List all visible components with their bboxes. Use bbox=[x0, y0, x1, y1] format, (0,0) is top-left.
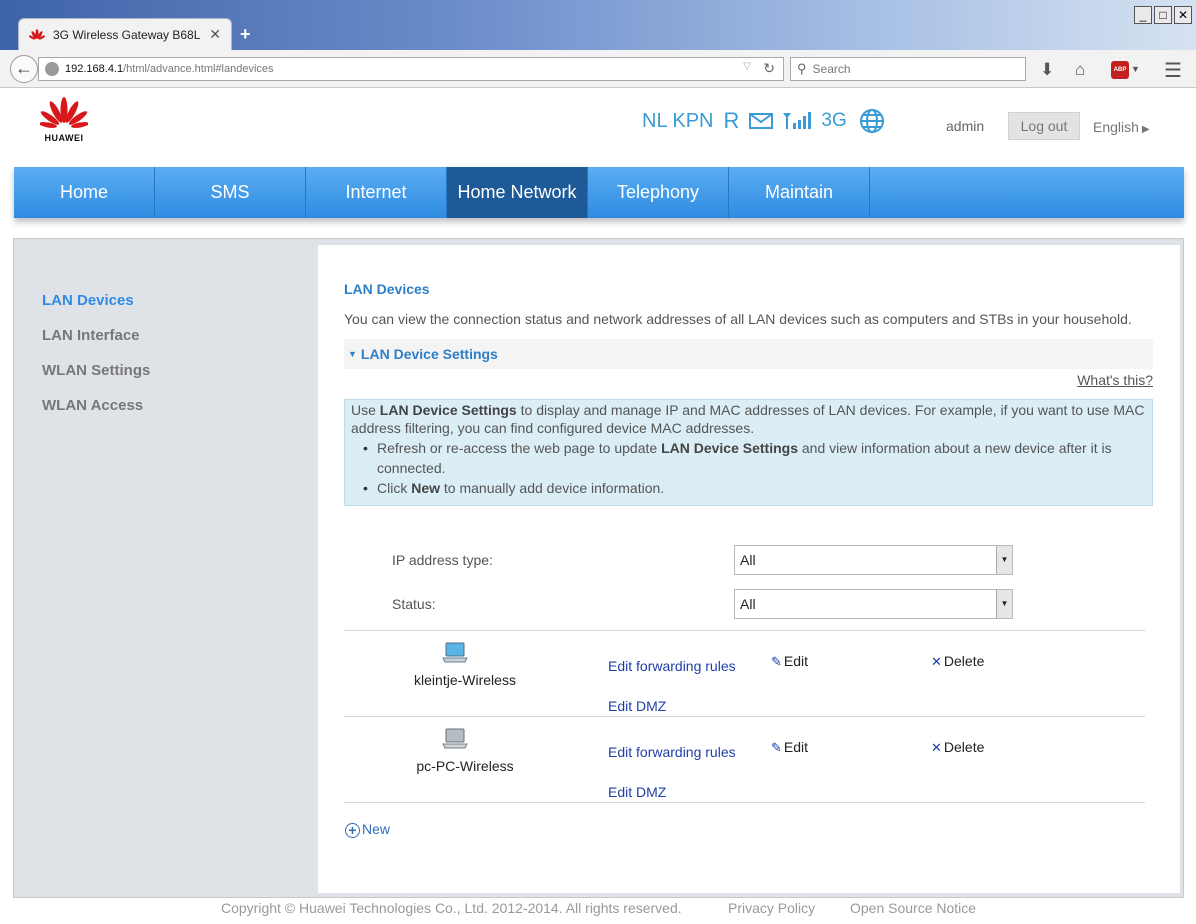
open-source-notice-link[interactable]: Open Source Notice bbox=[850, 900, 976, 916]
network-type: 3G bbox=[821, 110, 847, 131]
delete-button[interactable]: ✕ Delete bbox=[931, 739, 984, 756]
dropdown-arrow-icon[interactable]: ▼ bbox=[996, 546, 1012, 574]
page-title: LAN Devices bbox=[344, 281, 430, 297]
window-controls: _ □ ✕ bbox=[1134, 6, 1192, 24]
menu-icon[interactable]: ☰ bbox=[1164, 58, 1182, 83]
help-list: Refresh or re-access the web page to upd… bbox=[351, 438, 1146, 498]
status-label: Status: bbox=[392, 596, 436, 612]
sidebar-item-wlan-settings[interactable]: WLAN Settings bbox=[42, 362, 150, 397]
help-paragraph: Use LAN Device Settings to display and m… bbox=[351, 402, 1145, 436]
edit-forwarding-rules-link[interactable]: Edit forwarding rules bbox=[608, 658, 736, 674]
signal-strength-icon bbox=[783, 112, 812, 129]
device-name: pc-PC-Wireless bbox=[416, 758, 514, 774]
url-bar[interactable]: 192.168.4.1/html/advance.html#landevices… bbox=[38, 57, 784, 81]
globe-icon bbox=[45, 62, 59, 76]
ip-type-select[interactable]: All ▼ bbox=[734, 545, 1013, 575]
search-input[interactable]: ⚲ Search bbox=[790, 57, 1026, 81]
edit-pencil-icon: ✎ bbox=[771, 654, 782, 669]
home-icon[interactable]: ⌂ bbox=[1075, 60, 1085, 80]
help-bullet: Click New to manually add device informa… bbox=[363, 478, 1146, 498]
maximize-icon[interactable]: □ bbox=[1154, 6, 1172, 24]
sidebar-item-wlan-access[interactable]: WLAN Access bbox=[42, 397, 150, 432]
adblock-dropdown-icon[interactable]: ▼ bbox=[1131, 64, 1140, 74]
divider bbox=[344, 630, 1145, 631]
huawei-logo: HUAWEI bbox=[40, 96, 88, 143]
close-window-icon[interactable]: ✕ bbox=[1174, 6, 1192, 24]
copyright-text: Copyright © Huawei Technologies Co., Ltd… bbox=[221, 900, 682, 916]
search-icon: ⚲ bbox=[797, 61, 807, 76]
url-host: 192.168.4.1 bbox=[65, 63, 124, 75]
new-device-button[interactable]: + New bbox=[345, 821, 390, 838]
caret-down-icon: ▼ bbox=[348, 349, 357, 359]
status-value: All bbox=[740, 596, 756, 612]
dropdown-arrow-icon[interactable]: ▼ bbox=[996, 590, 1012, 618]
browser-title-bar: 3G Wireless Gateway B68L ✕ + _ □ ✕ bbox=[0, 0, 1196, 50]
user-name: admin bbox=[946, 118, 985, 134]
chevron-right-icon: ▶ bbox=[1141, 124, 1150, 135]
help-bullet: Refresh or re-access the web page to upd… bbox=[363, 438, 1146, 478]
divider bbox=[344, 716, 1145, 717]
nav-sms[interactable]: SMS bbox=[155, 167, 306, 218]
url-dropdown-icon[interactable]: ▽ bbox=[743, 61, 751, 72]
logout-button[interactable]: Log out bbox=[1008, 112, 1080, 140]
status-bar: NL KPN R 3G bbox=[642, 108, 895, 134]
tab-close-icon[interactable]: ✕ bbox=[209, 26, 221, 43]
operator-name: NL KPN bbox=[642, 109, 714, 132]
delete-button[interactable]: ✕ Delete bbox=[931, 653, 984, 670]
new-tab-icon[interactable]: + bbox=[240, 24, 251, 45]
brand-name: HUAWEI bbox=[44, 133, 84, 143]
section-header-lan-device-settings[interactable]: ▼ LAN Device Settings bbox=[344, 339, 1153, 369]
main-nav: Home SMS Internet Home Network Telephony… bbox=[14, 167, 1184, 218]
nav-home[interactable]: Home bbox=[14, 167, 155, 218]
page-description: You can view the connection status and n… bbox=[344, 311, 1132, 327]
edit-button[interactable]: ✎ Edit bbox=[771, 739, 808, 756]
nav-maintain[interactable]: Maintain bbox=[729, 167, 870, 218]
laptop-icon bbox=[442, 728, 468, 749]
help-box: Use LAN Device Settings to display and m… bbox=[344, 399, 1153, 506]
nav-home-network[interactable]: Home Network bbox=[447, 167, 588, 218]
huawei-logo-icon bbox=[40, 97, 88, 128]
edit-pencil-icon: ✎ bbox=[771, 740, 782, 755]
edit-button[interactable]: ✎ Edit bbox=[771, 653, 808, 670]
back-arrow-icon[interactable]: ← bbox=[10, 55, 38, 83]
status-select[interactable]: All ▼ bbox=[734, 589, 1013, 619]
sidebar: LAN Devices LAN Interface WLAN Settings … bbox=[42, 292, 150, 432]
sms-envelope-icon[interactable] bbox=[749, 112, 774, 130]
delete-x-icon: ✕ bbox=[931, 740, 942, 755]
divider bbox=[344, 802, 1145, 803]
device-name: kleintje-Wireless bbox=[414, 672, 516, 688]
ip-type-label: IP address type: bbox=[392, 552, 493, 568]
adblock-icon[interactable]: ABP bbox=[1111, 61, 1129, 79]
ip-type-value: All bbox=[740, 552, 756, 568]
huawei-favicon-icon bbox=[29, 28, 45, 40]
browser-tab[interactable]: 3G Wireless Gateway B68L ✕ bbox=[18, 18, 232, 50]
edit-dmz-link[interactable]: Edit DMZ bbox=[608, 698, 666, 714]
edit-dmz-link[interactable]: Edit DMZ bbox=[608, 784, 666, 800]
minimize-icon[interactable]: _ bbox=[1134, 6, 1152, 24]
nav-internet[interactable]: Internet bbox=[306, 167, 447, 218]
language-selector[interactable]: English ▶ bbox=[1093, 119, 1150, 135]
download-icon[interactable]: ⬇ bbox=[1040, 60, 1054, 80]
sidebar-item-lan-devices[interactable]: LAN Devices bbox=[42, 292, 150, 327]
sidebar-item-lan-interface[interactable]: LAN Interface bbox=[42, 327, 150, 362]
search-placeholder: Search bbox=[812, 62, 851, 76]
privacy-policy-link[interactable]: Privacy Policy bbox=[728, 900, 815, 916]
laptop-icon bbox=[442, 642, 468, 663]
whats-this-link[interactable]: What's this? bbox=[1077, 372, 1153, 388]
edit-forwarding-rules-link[interactable]: Edit forwarding rules bbox=[608, 744, 736, 760]
tab-title: 3G Wireless Gateway B68L bbox=[53, 27, 201, 42]
nav-telephony[interactable]: Telephony bbox=[588, 167, 729, 218]
delete-x-icon: ✕ bbox=[931, 654, 942, 669]
internet-globe-icon bbox=[859, 109, 884, 133]
reload-icon[interactable]: ↻ bbox=[763, 60, 775, 77]
roaming-indicator: R bbox=[723, 108, 740, 133]
plus-icon: + bbox=[345, 823, 360, 838]
browser-nav-bar: ← 192.168.4.1/html/advance.html#landevic… bbox=[0, 50, 1196, 88]
language-label: English bbox=[1093, 119, 1139, 135]
url-path: /html/advance.html#landevices bbox=[123, 63, 274, 75]
section-title: LAN Device Settings bbox=[360, 346, 498, 362]
